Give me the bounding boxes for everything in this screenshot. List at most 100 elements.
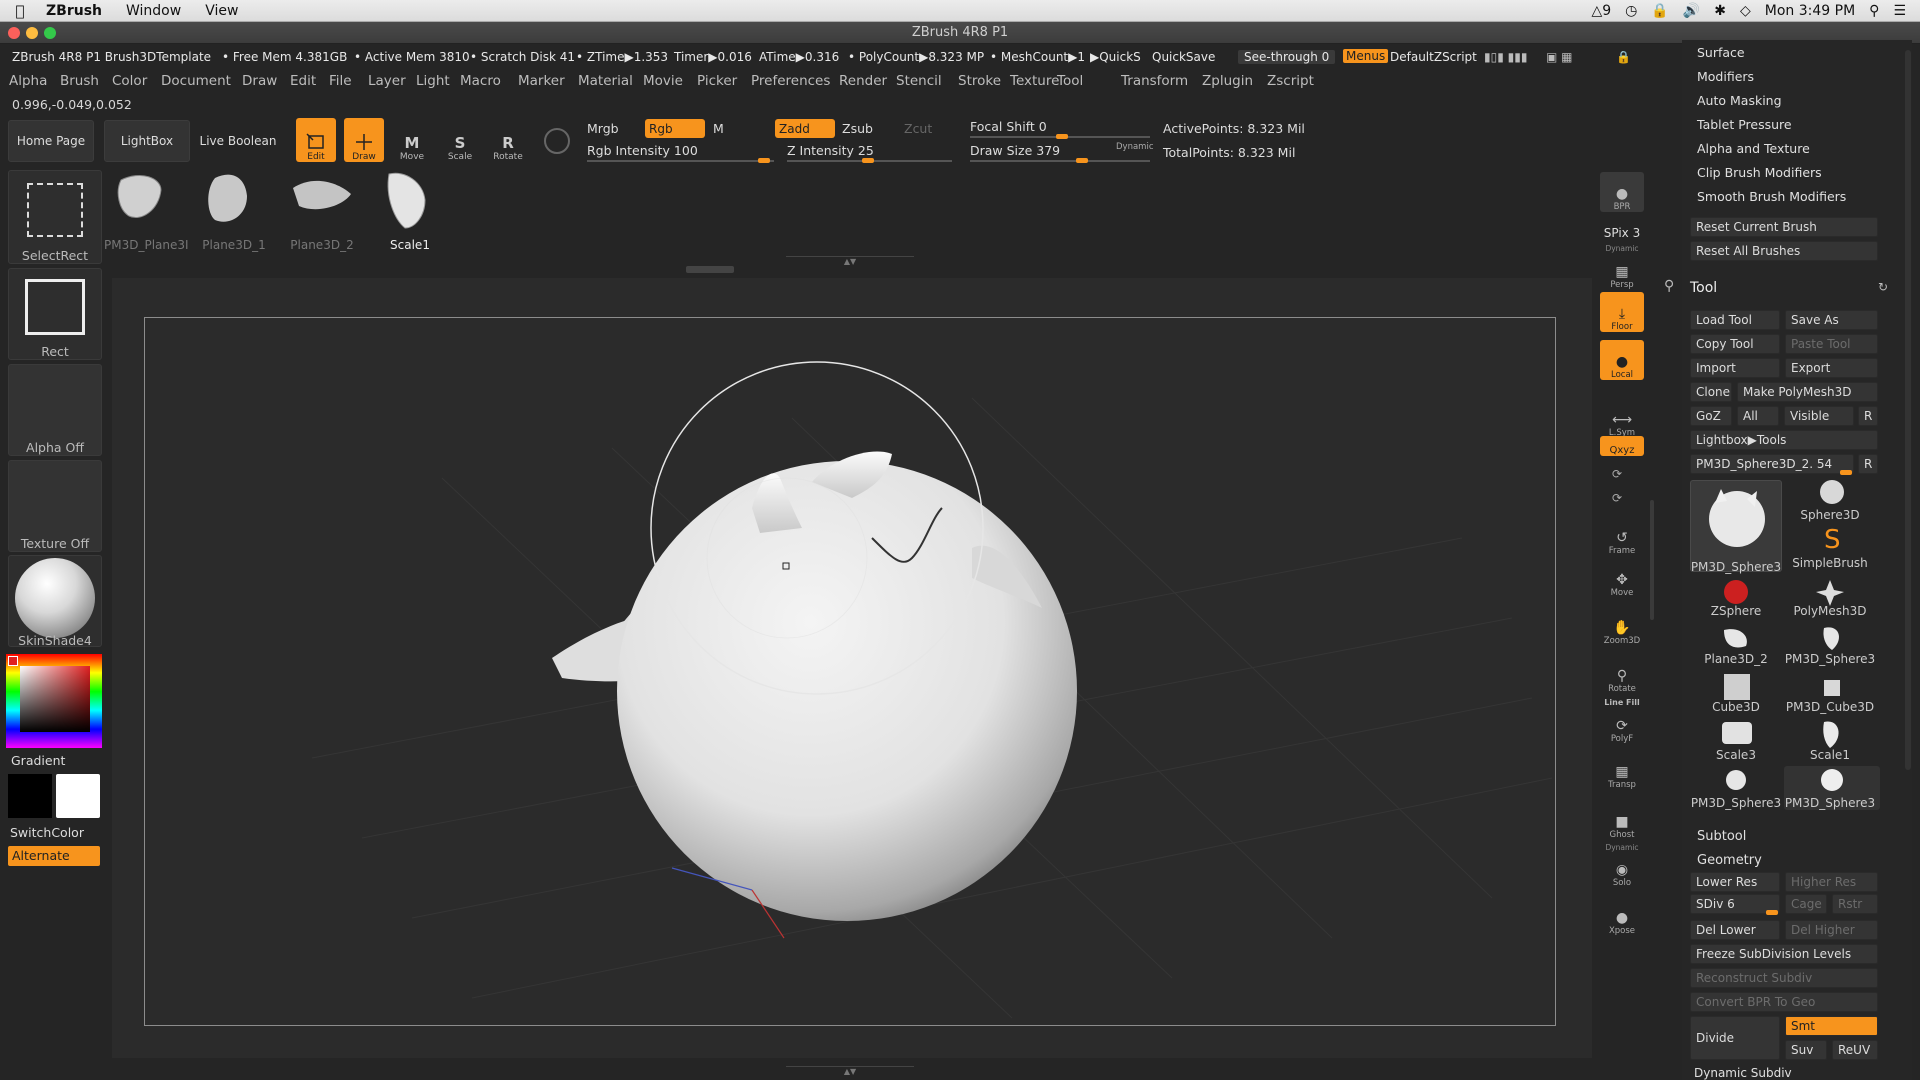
zadd-button[interactable]: Zadd: [775, 119, 835, 138]
top-shelf-collapse-handle[interactable]: ▲▼: [786, 256, 914, 266]
apple-icon[interactable]: : [0, 2, 40, 20]
make-polymesh-button[interactable]: Make PolyMesh3D: [1737, 382, 1878, 402]
zmenu-picker[interactable]: Picker: [697, 73, 737, 89]
saturation-square[interactable]: [20, 666, 90, 732]
freeze-subdivision-button[interactable]: Freeze SubDivision Levels: [1690, 944, 1878, 964]
layout-window-icon[interactable]: ▣ ▦: [1546, 50, 1573, 64]
current-tool-slider[interactable]: PM3D_Sphere3D_2. 54: [1690, 454, 1854, 474]
app-menu[interactable]: ZBrush: [40, 3, 114, 19]
reset-current-brush-button[interactable]: Reset Current Brush: [1690, 217, 1878, 237]
bottom-shelf-collapse-handle[interactable]: ▲▼: [786, 1066, 914, 1076]
shelf-bpr-button[interactable]: ● BPR: [1600, 172, 1644, 212]
recent-tool-thumb[interactable]: Scale1: [368, 168, 452, 258]
scale-button[interactable]: S Scale: [440, 118, 480, 162]
cage-button[interactable]: Cage: [1785, 894, 1827, 914]
wifi-icon[interactable]: ◇: [1740, 3, 1751, 19]
tool-grid-item[interactable]: [1690, 480, 1782, 572]
shelf-move-button[interactable]: ✥ Move: [1600, 558, 1644, 598]
zmenu-zplugin[interactable]: Zplugin: [1202, 73, 1253, 89]
zmenu-stroke[interactable]: Stroke: [958, 73, 1001, 89]
goz-r-button[interactable]: R: [1858, 406, 1878, 426]
zmenu-color[interactable]: Color: [112, 73, 147, 89]
brush-subpalette-item[interactable]: Auto Masking: [1697, 93, 1782, 108]
rstr-button[interactable]: Rstr: [1832, 894, 1878, 914]
zsub-button[interactable]: Zsub: [842, 121, 873, 136]
bluetooth-icon[interactable]: ✱: [1714, 3, 1726, 19]
zmenu-layer[interactable]: Layer: [368, 73, 406, 89]
del-higher-button[interactable]: Del Higher: [1785, 920, 1878, 940]
goz-button[interactable]: GoZ: [1690, 406, 1732, 426]
zmenu-draw[interactable]: Draw: [242, 73, 277, 89]
zmenu-texture[interactable]: Texture: [1010, 73, 1059, 89]
volume-icon[interactable]: 🔊: [1683, 3, 1700, 19]
clone-button[interactable]: Clone: [1690, 382, 1732, 402]
m-button[interactable]: M: [713, 121, 724, 136]
edit-button[interactable]: Edit: [296, 118, 336, 162]
convert-bpr-button[interactable]: Convert BPR To Geo: [1690, 992, 1878, 1012]
zmenu-render[interactable]: Render: [839, 73, 887, 89]
shelf-transp-button[interactable]: ▦ Transp: [1600, 750, 1644, 790]
layout-slider-icon[interactable]: ▮▯▮ ▮▮▮: [1484, 50, 1527, 64]
export-button[interactable]: Export: [1785, 358, 1878, 378]
tray-scrollbar[interactable]: [1905, 50, 1911, 770]
shelf-polyf-button[interactable]: ⟳ PolyF: [1600, 704, 1644, 744]
zmenu-material[interactable]: Material: [578, 73, 633, 89]
live-boolean-button[interactable]: Live Boolean: [198, 120, 278, 162]
dynamic-subdiv-palette[interactable]: Dynamic Subdiv: [1694, 1066, 1792, 1080]
zcut-button[interactable]: Zcut: [904, 121, 932, 136]
zmenu-edit[interactable]: Edit: [290, 73, 316, 89]
zmenu-tool[interactable]: Tool: [1057, 73, 1083, 89]
sdiv-knob[interactable]: [1766, 910, 1778, 915]
import-button[interactable]: Import: [1690, 358, 1780, 378]
draw-button[interactable]: Draw: [344, 118, 384, 162]
reconstruct-subdiv-button[interactable]: Reconstruct Subdiv: [1690, 968, 1878, 988]
lightbox-button[interactable]: LightBox: [104, 120, 190, 162]
spotlight-icon[interactable]: ⚲: [1869, 3, 1879, 19]
paste-tool-button[interactable]: Paste Tool: [1785, 334, 1878, 354]
zmenu-movie[interactable]: Movie: [643, 73, 683, 89]
current-tool-r-button[interactable]: R: [1858, 454, 1878, 474]
shelf-ghost-button[interactable]: ■ Ghost: [1600, 800, 1644, 840]
tool-palette-title[interactable]: Tool: [1690, 280, 1717, 296]
shelf-qxyz-button[interactable]: Qxyz: [1600, 436, 1644, 456]
suv-toggle[interactable]: Suv: [1785, 1040, 1827, 1060]
mrgb-button[interactable]: Mrgb: [587, 121, 619, 136]
brush-subpalette-item[interactable]: Alpha and Texture: [1697, 141, 1810, 156]
rgb-intensity-slider[interactable]: [587, 160, 774, 162]
current-tool-knob[interactable]: [1840, 470, 1852, 475]
shelf-zoom3d-button[interactable]: ✋ Zoom3D: [1600, 606, 1644, 646]
alternate-button[interactable]: Alternate: [8, 846, 100, 866]
lock-ui-icon[interactable]: 🔒: [1616, 50, 1631, 64]
brush-subpalette-item[interactable]: Tablet Pressure: [1697, 117, 1792, 132]
goz-visible-button[interactable]: Visible: [1784, 406, 1854, 426]
draw-size-knob[interactable]: [1076, 158, 1088, 163]
smt-toggle[interactable]: Smt: [1785, 1016, 1878, 1036]
gradient-toggle[interactable]: Gradient: [11, 753, 65, 768]
zmenu-brush[interactable]: Brush: [60, 73, 99, 89]
notification-icon[interactable]: ☰: [1893, 3, 1906, 19]
shelf-floor-button[interactable]: ⤓ Floor: [1600, 292, 1644, 332]
menu-window[interactable]: Window: [114, 3, 193, 19]
zmenu-alpha[interactable]: Alpha: [9, 73, 47, 89]
zmenu-light[interactable]: Light: [416, 73, 450, 89]
shelf-frame-button[interactable]: ↺ Frame: [1600, 516, 1644, 556]
zmenu-zscript[interactable]: Zscript: [1267, 73, 1314, 89]
zmenu-macro[interactable]: Macro: [460, 73, 501, 89]
shelf-solo-button[interactable]: ◉ Solo: [1600, 848, 1644, 888]
clock[interactable]: Mon 3:49 PM: [1765, 3, 1855, 19]
rotate-y-icon[interactable]: ⟳: [1612, 462, 1622, 486]
lightbox-tools-button[interactable]: Lightbox▶Tools: [1690, 430, 1878, 450]
brush-subpalette-item[interactable]: Clip Brush Modifiers: [1697, 165, 1822, 180]
brush-subpalette-item[interactable]: Surface: [1697, 45, 1745, 60]
refresh-icon[interactable]: ↻: [1878, 280, 1888, 294]
divide-button[interactable]: Divide: [1690, 1016, 1780, 1060]
menus-toggle[interactable]: Menus: [1343, 49, 1389, 63]
quicksave-button[interactable]: QuickSave: [1152, 50, 1215, 64]
shelf-scrollbar[interactable]: [686, 266, 734, 273]
secondary-color-swatch[interactable]: [8, 774, 52, 818]
shelf-local-button[interactable]: ● Local: [1600, 340, 1644, 380]
default-zscript-button[interactable]: DefaultZScript: [1390, 50, 1477, 64]
zmenu-file[interactable]: File: [329, 73, 352, 89]
reuv-toggle[interactable]: ReUV: [1832, 1040, 1878, 1060]
adobe-icon[interactable]: △9: [1591, 3, 1611, 19]
